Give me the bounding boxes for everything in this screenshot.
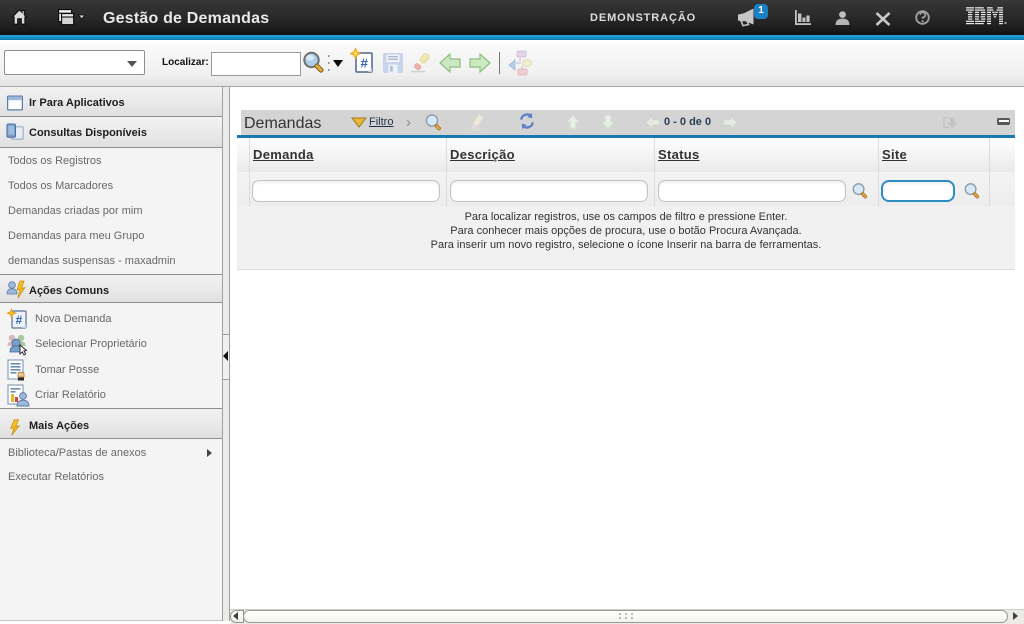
svg-text:#: # (361, 56, 369, 71)
svg-text:#: # (16, 313, 23, 327)
